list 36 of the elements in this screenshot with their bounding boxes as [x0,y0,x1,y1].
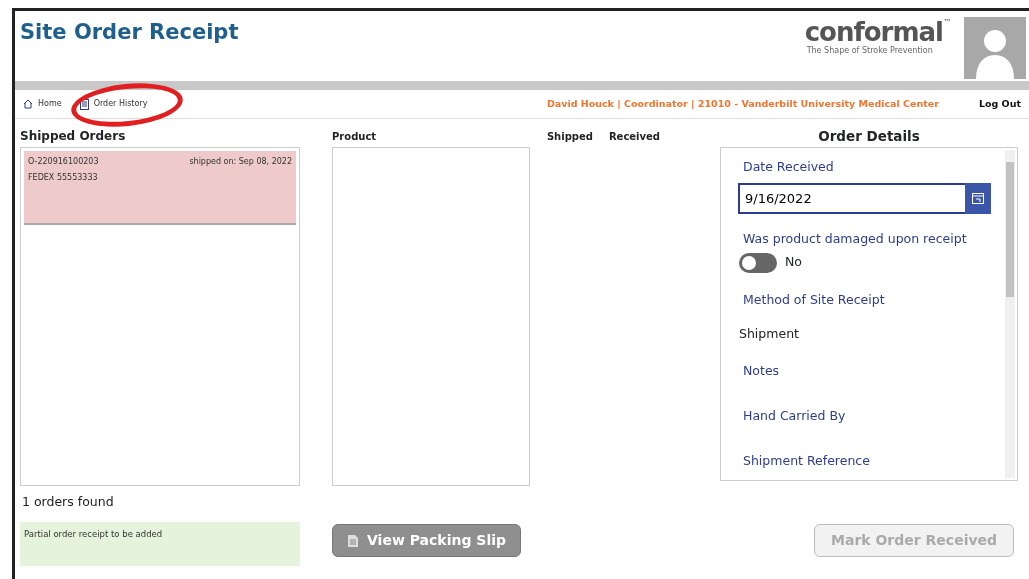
order-number: O-220916100203 [28,156,99,168]
nav-link[interactable]: Home [23,98,62,110]
note-panel: Partial order receipt to be added [20,521,300,566]
section-heading: Shipped Orders [20,128,127,145]
field-value: Shipment [739,325,800,344]
logo-tagline: The Shape of Stroke Prevention [806,45,934,57]
document-icon [79,98,89,110]
user-info: David Houck | Coordinator | 21010 - Vanderbilt University Medical Center [546,96,939,111]
page-title: Site Order Receipt [20,19,239,46]
field-label: Date Received [743,158,835,176]
logout-link[interactable]: Log Out [978,96,1021,112]
nav-link[interactable]: Order History [79,98,148,110]
avatar-placeholder [964,17,1026,79]
calendar-icon [972,192,984,204]
section-heading: Order Details [818,126,920,146]
logo-wordmark: conformal [804,17,943,47]
field-label: Shipment Reference [743,451,871,470]
field-label: Notes [743,362,781,380]
order-item[interactable]: O-220916100203 shipped on: Sep 08, 2022 FEDEX 55553333 [24,151,296,225]
shipped-date: shipped on: Sep 08, 2022 [189,156,292,168]
field-label: Hand Carried By [743,406,847,425]
toggle-switch[interactable] [739,252,777,273]
column-header: Received [608,129,660,144]
trademark-mark: ™ [943,18,950,27]
field-label: Method of Site Receipt [743,290,886,309]
column-header: Product [332,129,377,144]
scrollbar[interactable] [1005,150,1015,478]
column-header: Shipped [546,129,593,144]
tracking-number: FEDEX 55553333 [28,172,99,184]
home-icon [23,99,33,109]
document-icon [347,533,359,548]
date-field[interactable]: 9/16/2022 [738,182,965,214]
toggle-value: No [785,253,802,272]
field-label: Was product damaged upon receipt [743,229,968,248]
orders-count: 1 orders found [22,493,115,511]
calendar-button[interactable] [965,182,991,214]
